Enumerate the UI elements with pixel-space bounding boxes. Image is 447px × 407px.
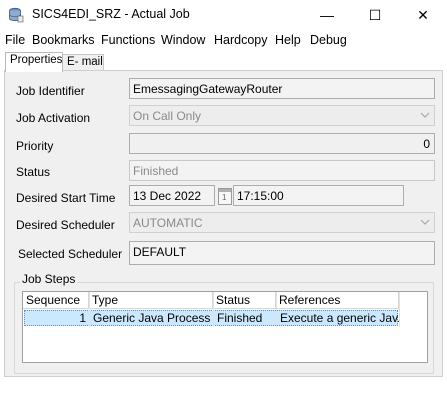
tab-strip: Properties E- mail	[0, 51, 447, 72]
selected-scheduler-label: Selected Scheduler	[18, 247, 123, 261]
desired-start-time-field[interactable]: 17:15:00	[233, 185, 404, 206]
minimize-icon: —	[320, 7, 334, 23]
desired-scheduler-dropdown[interactable]: AUTOMATIC	[129, 212, 435, 233]
job-steps-title: Job Steps	[20, 272, 78, 286]
calendar-icon[interactable]: 1	[218, 188, 232, 205]
close-icon: ✕	[417, 6, 429, 23]
column-divider	[399, 292, 400, 327]
table-row[interactable]: 1 Generic Java Process Finished Execute …	[24, 310, 399, 326]
title-bar: SICS4EDI_SRZ - Actual Job — ☐ ✕	[0, 0, 447, 30]
job-identifier-label: Job Identifier	[16, 84, 85, 98]
menu-help[interactable]: Help	[275, 33, 301, 47]
menu-debug[interactable]: Debug	[310, 33, 347, 47]
database-icon	[9, 7, 24, 23]
menu-hardcopy[interactable]: Hardcopy	[214, 33, 268, 47]
maximize-icon: ☐	[368, 6, 382, 23]
menu-window[interactable]: Window	[161, 33, 205, 47]
column-divider	[276, 292, 277, 327]
status-label: Status	[16, 165, 51, 179]
column-header-type[interactable]: Type	[89, 292, 213, 309]
calendar-icon-day: 1	[222, 193, 227, 202]
job-activation-dropdown[interactable]: On Call Only	[129, 105, 435, 126]
desired-scheduler-value: AUTOMATIC	[133, 216, 203, 230]
menu-file[interactable]: File	[5, 33, 25, 47]
chevron-down-icon	[420, 219, 430, 225]
menu-functions[interactable]: Functions	[101, 33, 155, 47]
column-divider	[89, 292, 90, 327]
minimize-button[interactable]: —	[304, 0, 350, 30]
cell-sequence: 1	[79, 311, 86, 325]
job-steps-table: Sequence Type Status References 1 Generi…	[22, 291, 428, 363]
priority-field[interactable]: 0	[129, 133, 435, 154]
menu-bookmarks[interactable]: Bookmarks	[32, 33, 95, 47]
selected-scheduler-field: DEFAULT	[129, 241, 435, 265]
status-field: Finished	[129, 160, 435, 181]
window-title: SICS4EDI_SRZ - Actual Job	[32, 7, 190, 21]
column-divider	[213, 292, 214, 327]
desired-scheduler-label: Desired Scheduler	[16, 218, 115, 232]
job-activation-value: On Call Only	[133, 109, 202, 123]
job-identifier-field[interactable]: EmessagingGatewayRouter	[129, 78, 435, 99]
maximize-button[interactable]: ☐	[352, 0, 398, 30]
priority-label: Priority	[16, 139, 54, 153]
cell-status: Finished	[217, 311, 263, 325]
desired-start-time-label: Desired Start Time	[16, 191, 116, 205]
column-header-references[interactable]: References	[276, 292, 399, 309]
cell-references: Execute a generic Jav...	[280, 311, 399, 325]
column-header-status[interactable]: Status	[213, 292, 276, 309]
menu-bar: File Bookmarks Functions Window Hardcopy…	[0, 31, 447, 50]
tab-properties[interactable]: Properties	[5, 52, 63, 72]
column-header-sequence[interactable]: Sequence	[23, 292, 89, 309]
chevron-down-icon	[420, 112, 430, 118]
close-button[interactable]: ✕	[400, 0, 446, 30]
desired-start-date-field[interactable]: 13 Dec 2022	[129, 185, 215, 206]
job-activation-label: Job Activation	[16, 111, 91, 125]
cell-type: Generic Java Process	[93, 311, 211, 325]
